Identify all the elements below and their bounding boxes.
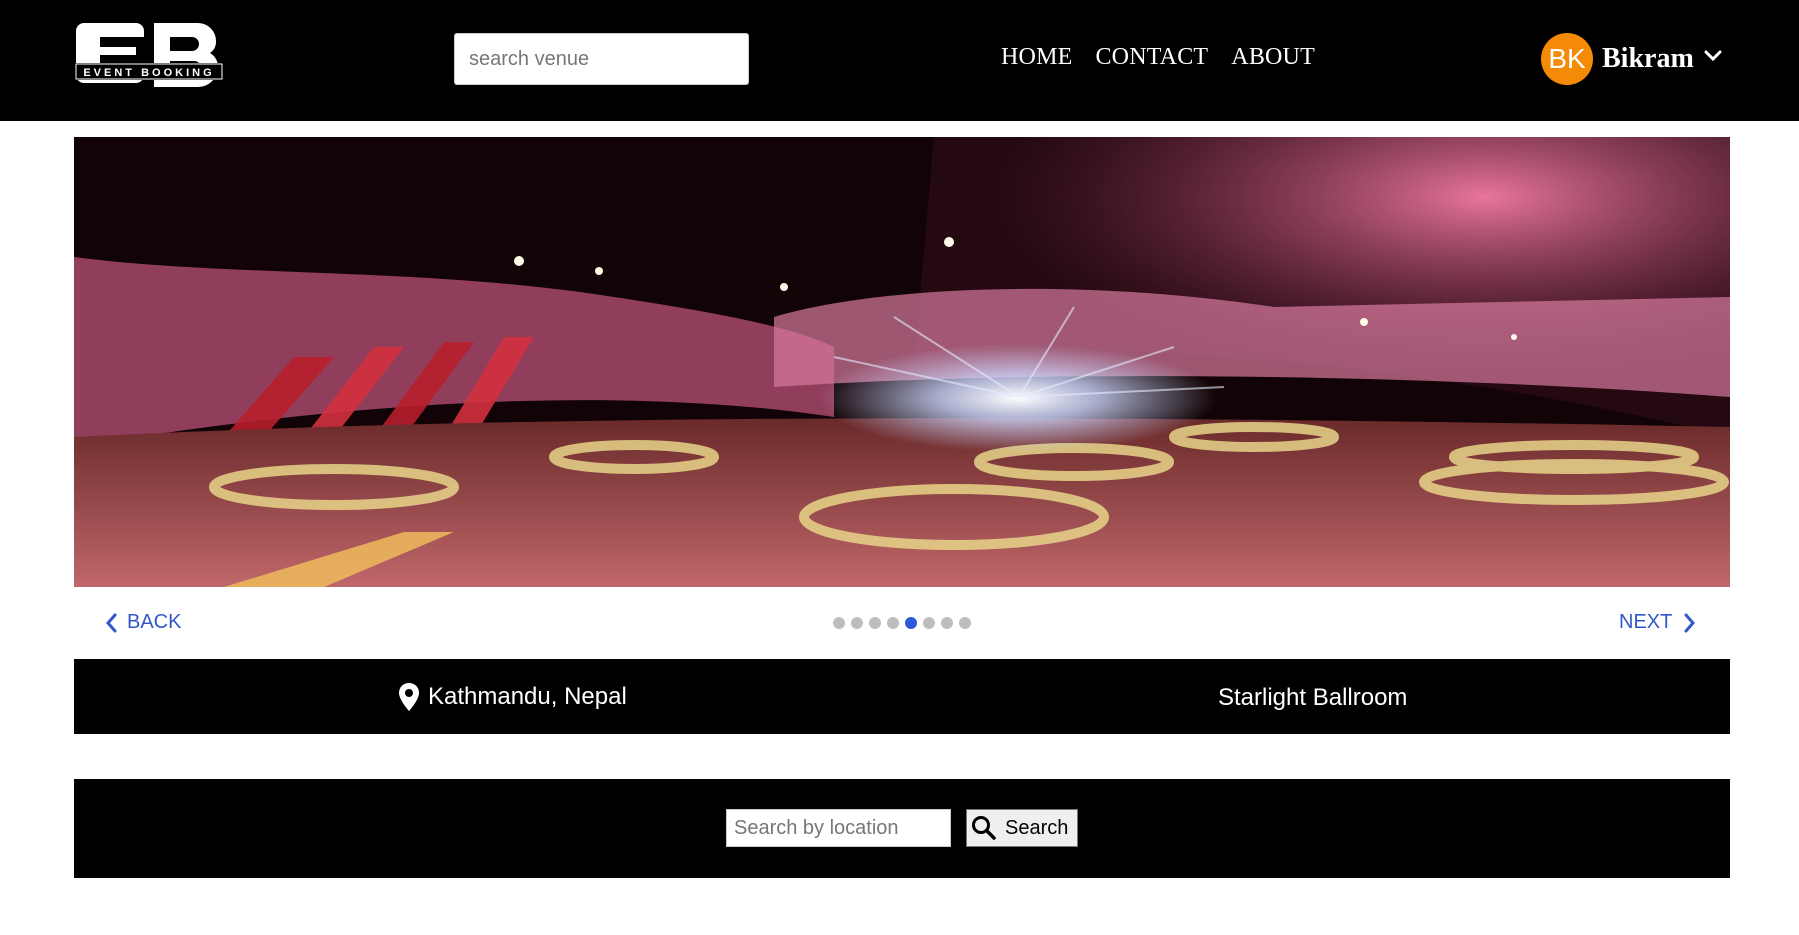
- search-button[interactable]: Search: [966, 809, 1078, 847]
- carousel-dots: [833, 617, 971, 629]
- location-text: Kathmandu, Nepal: [428, 683, 627, 710]
- user-name[interactable]: Bikram: [1602, 43, 1694, 75]
- carousel-dot[interactable]: [959, 617, 971, 629]
- chevron-down-icon[interactable]: [1704, 50, 1722, 62]
- carousel-dot-active[interactable]: [905, 617, 917, 629]
- search-button-label: Search: [1005, 816, 1069, 839]
- nav-about[interactable]: ABOUT: [1231, 44, 1315, 71]
- carousel-dot[interactable]: [923, 617, 935, 629]
- logo-text: EVENT BOOKING: [83, 67, 214, 79]
- map-pin-icon: [399, 683, 419, 711]
- carousel-dot[interactable]: [851, 617, 863, 629]
- avatar[interactable]: BK: [1541, 33, 1593, 85]
- carousel-dot[interactable]: [887, 617, 899, 629]
- venue-info-bar: Kathmandu, Nepal Starlight Ballroom: [74, 659, 1730, 734]
- chevron-right-icon: [1684, 613, 1696, 632]
- top-header: EVENT BOOKING HOME CONTACT ABOUT BK Bikr…: [0, 0, 1799, 121]
- carousel-next-button[interactable]: NEXT: [1619, 611, 1696, 634]
- location-search-input[interactable]: [726, 809, 951, 847]
- location-search-bar: Search: [74, 779, 1730, 878]
- nav-contact[interactable]: CONTACT: [1095, 44, 1208, 71]
- nav-home[interactable]: HOME: [1001, 44, 1072, 71]
- search-icon: [972, 816, 996, 840]
- venue-location: Kathmandu, Nepal: [398, 682, 627, 712]
- user-menu[interactable]: BK Bikram: [1541, 33, 1722, 85]
- carousel-back-button[interactable]: BACK: [105, 611, 181, 634]
- carousel-dot[interactable]: [941, 617, 953, 629]
- event-booking-logo[interactable]: EVENT BOOKING: [74, 13, 224, 99]
- carousel-dot[interactable]: [833, 617, 845, 629]
- next-label: NEXT: [1619, 611, 1673, 633]
- venue-image: [74, 137, 1730, 587]
- carousel-dot[interactable]: [869, 617, 881, 629]
- back-label: BACK: [127, 611, 182, 633]
- main-nav: HOME CONTACT ABOUT: [1001, 44, 1315, 71]
- search-venue-input[interactable]: [454, 33, 749, 85]
- venue-name: Starlight Ballroom: [1218, 684, 1408, 711]
- chevron-left-icon: [106, 613, 117, 632]
